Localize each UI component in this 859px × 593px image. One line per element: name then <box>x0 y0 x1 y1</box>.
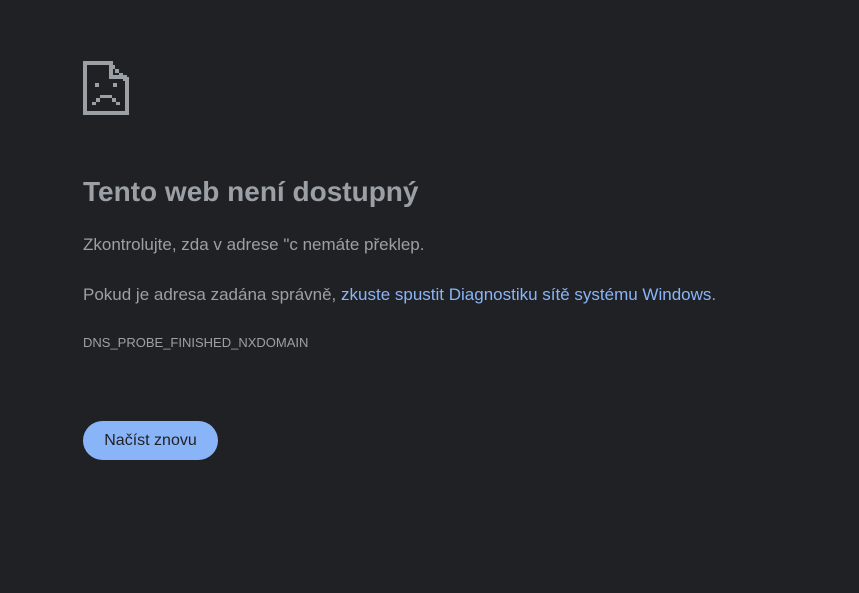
error-code: DNS_PROBE_FINISHED_NXDOMAIN <box>83 335 309 350</box>
reload-button[interactable]: Načíst znovu <box>83 421 218 460</box>
typo-hint-text: Zkontrolujte, zda v adrese "c nemáte pře… <box>83 235 425 254</box>
diagnostics-hint: Pokud je adresa zadána správně, zkuste s… <box>83 284 716 306</box>
network-diagnostics-link[interactable]: zkuste spustit Diagnostiku sítě systému … <box>341 285 711 304</box>
page-title: Tento web není dostupný <box>83 176 419 207</box>
diagnostics-hint-prefix: Pokud je adresa zadána správně, <box>83 285 342 304</box>
sad-document-icon <box>83 61 129 115</box>
diagnostics-hint-suffix: . <box>711 285 717 304</box>
error-page: Tento web není dostupný Zkontrolujte, zd… <box>0 0 859 593</box>
